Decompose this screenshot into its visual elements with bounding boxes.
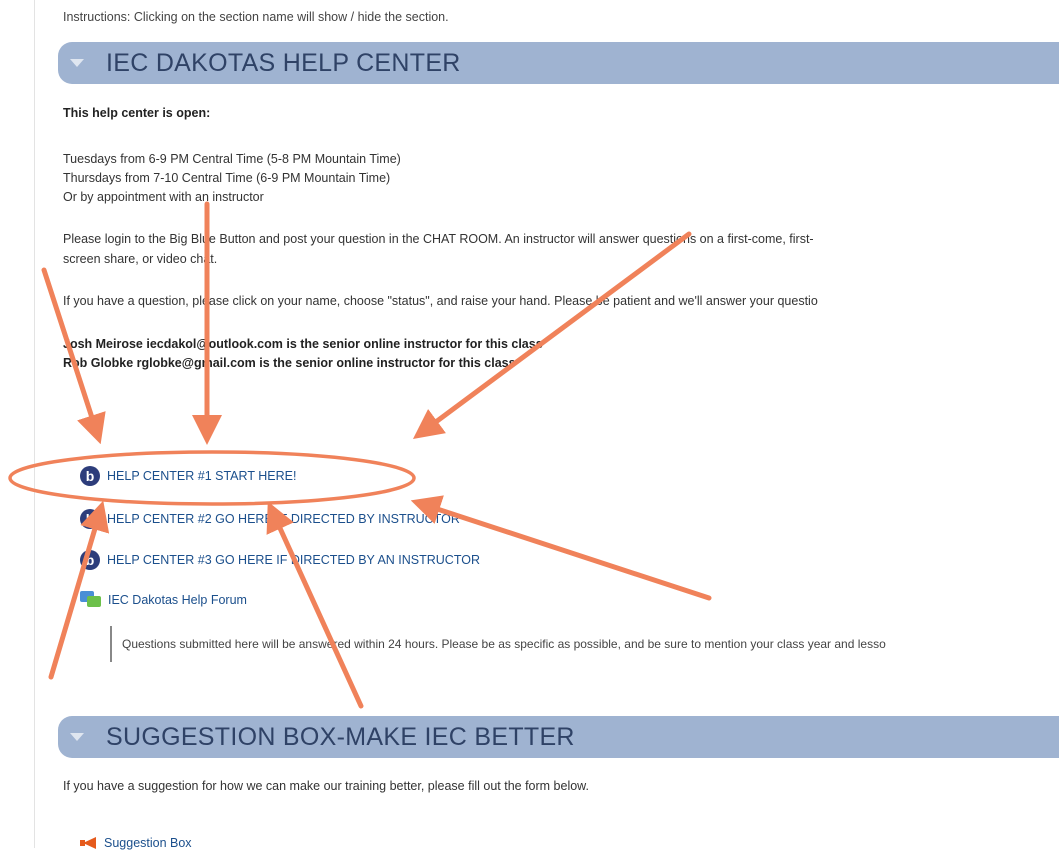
activity-link[interactable]: HELP CENTER #2 GO HERE IF DIRECTED BY IN… xyxy=(107,512,460,526)
instructor-line-1: Josh Meirose iecdakol@outlook.com is the… xyxy=(63,337,543,351)
hours-line-1: Tuesdays from 6-9 PM Central Time (5-8 P… xyxy=(63,152,401,166)
section-title: IEC DAKOTAS HELP CENTER xyxy=(106,48,461,77)
activity-help-forum[interactable]: IEC Dakotas Help Forum xyxy=(80,591,247,609)
login-line-1: Please login to the Big Blue Button and … xyxy=(63,232,814,246)
triangle-down-icon[interactable] xyxy=(70,733,84,741)
section-title: SUGGESTION BOX-MAKE IEC BETTER xyxy=(106,722,575,751)
question-line: If you have a question, please click on … xyxy=(63,294,818,308)
activity-help-center-1[interactable]: b HELP CENTER #1 START HERE! xyxy=(80,466,296,486)
bigbluebutton-icon: b xyxy=(80,550,100,570)
open-heading: This help center is open: xyxy=(63,106,211,120)
hours-line-2: Thursdays from 7-10 Central Time (6-9 PM… xyxy=(63,171,391,185)
forum-description: Questions submitted here will be answere… xyxy=(110,626,886,662)
forum-description-text: Questions submitted here will be answere… xyxy=(122,637,886,651)
arrow-from-bottom xyxy=(266,501,364,709)
bigbluebutton-icon: b xyxy=(80,466,100,486)
triangle-down-icon[interactable] xyxy=(70,59,84,67)
activity-link[interactable]: HELP CENTER #1 START HERE! xyxy=(107,469,296,483)
bigbluebutton-icon: b xyxy=(80,509,100,529)
activity-help-center-2[interactable]: b HELP CENTER #2 GO HERE IF DIRECTED BY … xyxy=(80,509,460,529)
hours-line-3: Or by appointment with an instructor xyxy=(63,190,264,204)
suggestion-description: If you have a suggestion for how we can … xyxy=(63,779,589,793)
section-header-help-center[interactable]: IEC DAKOTAS HELP CENTER xyxy=(58,42,1059,84)
instructions-text: Instructions: Clicking on the section na… xyxy=(63,10,449,24)
activity-help-center-3[interactable]: b HELP CENTER #3 GO HERE IF DIRECTED BY … xyxy=(80,550,480,570)
forum-link[interactable]: IEC Dakotas Help Forum xyxy=(108,593,247,607)
instructor-line-2: Rob Globke rglobke@gmail.com is the seni… xyxy=(63,356,516,370)
activity-link[interactable]: HELP CENTER #3 GO HERE IF DIRECTED BY AN… xyxy=(107,553,480,567)
arrow-from-top-right xyxy=(412,231,692,439)
section-header-suggestion-box[interactable]: SUGGESTION BOX-MAKE IEC BETTER xyxy=(58,716,1059,758)
forum-icon xyxy=(80,591,102,609)
left-border xyxy=(34,0,35,848)
login-line-2: screen share, or video chat. xyxy=(63,252,218,266)
